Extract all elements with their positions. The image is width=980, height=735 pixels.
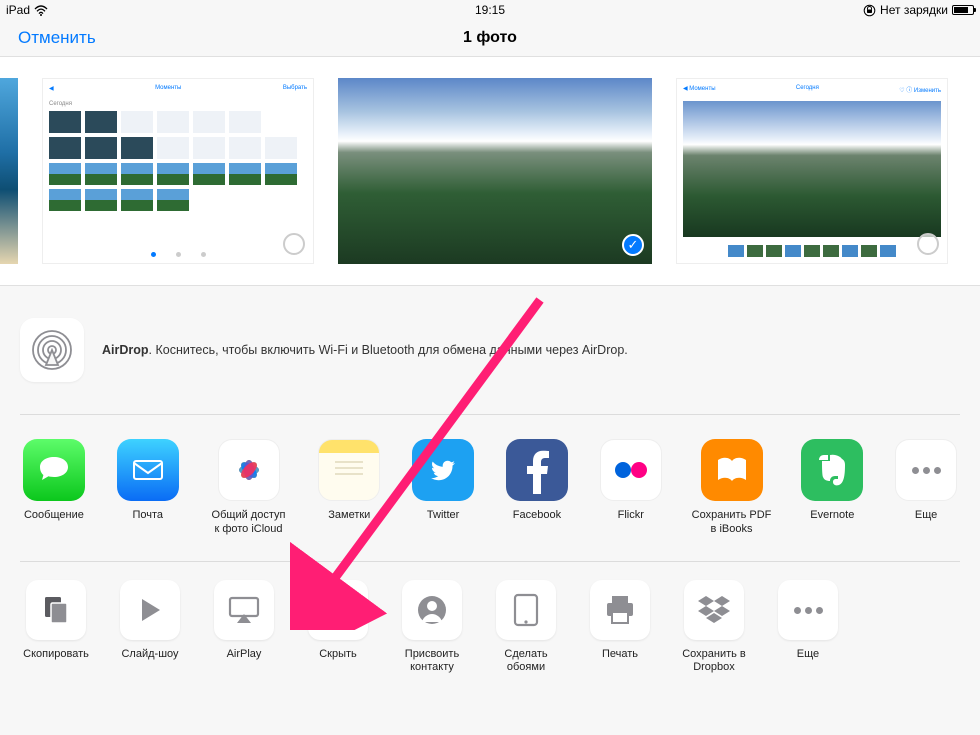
airdrop-section[interactable]: AirDrop. Коснитесь, чтобы включить Wi-Fi…: [0, 286, 980, 414]
twitter-icon: [412, 439, 474, 501]
action-dropbox[interactable]: Сохранить в Dropbox: [678, 580, 750, 676]
charge-label: Нет зарядки: [880, 3, 948, 17]
share-more[interactable]: Еще: [892, 439, 960, 523]
share-evernote[interactable]: Evernote: [798, 439, 866, 523]
photo-strip[interactable]: ◀МоментыВыбрать Сегодня ✓ ◀ МоментыСегод…: [0, 56, 980, 286]
share-twitter[interactable]: Twitter: [409, 439, 477, 523]
cancel-button[interactable]: Отменить: [18, 28, 96, 48]
facebook-icon: [506, 439, 568, 501]
messages-icon: [23, 439, 85, 501]
photos-icon: [218, 439, 280, 501]
action-assign-contact[interactable]: Присвоить контакту: [396, 580, 468, 676]
contact-icon: [402, 580, 462, 640]
selection-circle[interactable]: [917, 233, 939, 255]
share-facebook[interactable]: Facebook: [503, 439, 571, 523]
action-slideshow[interactable]: Слайд-шоу: [114, 580, 186, 662]
ibooks-icon: [701, 439, 763, 501]
more-icon: [895, 439, 957, 501]
battery-icon: [952, 5, 974, 15]
flickr-icon: [600, 439, 662, 501]
selection-circle[interactable]: [283, 233, 305, 255]
photo-thumb[interactable]: ◀ МоментыСегодня♡ ⓘ Изменить: [676, 78, 948, 264]
share-mail[interactable]: Почта: [114, 439, 182, 523]
status-bar: iPad 19:15 Нет зарядки: [0, 0, 980, 20]
dropbox-icon: [684, 580, 744, 640]
share-messages[interactable]: Сообщение: [20, 439, 88, 523]
photo-thumb-selected[interactable]: ✓: [338, 78, 652, 264]
airdrop-icon: [20, 318, 84, 382]
device-label: iPad: [6, 3, 30, 17]
share-icloud-photos[interactable]: Общий доступ к фото iCloud: [208, 439, 290, 537]
action-copy[interactable]: Скопировать: [20, 580, 92, 662]
wifi-icon: [34, 5, 48, 16]
photo-thumb[interactable]: [0, 78, 18, 264]
print-icon: [590, 580, 650, 640]
copy-icon: [26, 580, 86, 640]
nav-bar: Отменить 1 фото: [0, 20, 980, 56]
check-icon: ✓: [622, 234, 644, 256]
play-icon: [120, 580, 180, 640]
photo-thumb[interactable]: ◀МоментыВыбрать Сегодня: [42, 78, 314, 264]
hide-icon: [308, 580, 368, 640]
action-print[interactable]: Печать: [584, 580, 656, 662]
share-notes[interactable]: Заметки: [315, 439, 383, 523]
notes-icon: [318, 439, 380, 501]
more-icon: [778, 580, 838, 640]
actions-row[interactable]: Скопировать Слайд-шоу AirPlay Скрыть При…: [0, 562, 980, 688]
action-wallpaper[interactable]: Сделать обоями: [490, 580, 562, 676]
mail-icon: [117, 439, 179, 501]
status-time: 19:15: [475, 3, 505, 17]
wallpaper-icon: [496, 580, 556, 640]
action-airplay[interactable]: AirPlay: [208, 580, 280, 662]
share-flickr[interactable]: Flickr: [597, 439, 665, 523]
airdrop-text: AirDrop. Коснитесь, чтобы включить Wi-Fi…: [102, 343, 628, 357]
lock-rotation-icon: [863, 4, 876, 17]
apps-row[interactable]: Сообщение Почта Общий доступ к фото iClo…: [0, 415, 980, 561]
airplay-icon: [214, 580, 274, 640]
share-ibooks[interactable]: Сохранить PDF в iBooks: [691, 439, 773, 537]
action-hide[interactable]: Скрыть: [302, 580, 374, 662]
page-title: 1 фото: [463, 29, 517, 47]
action-more[interactable]: Еще: [772, 580, 844, 662]
evernote-icon: [801, 439, 863, 501]
